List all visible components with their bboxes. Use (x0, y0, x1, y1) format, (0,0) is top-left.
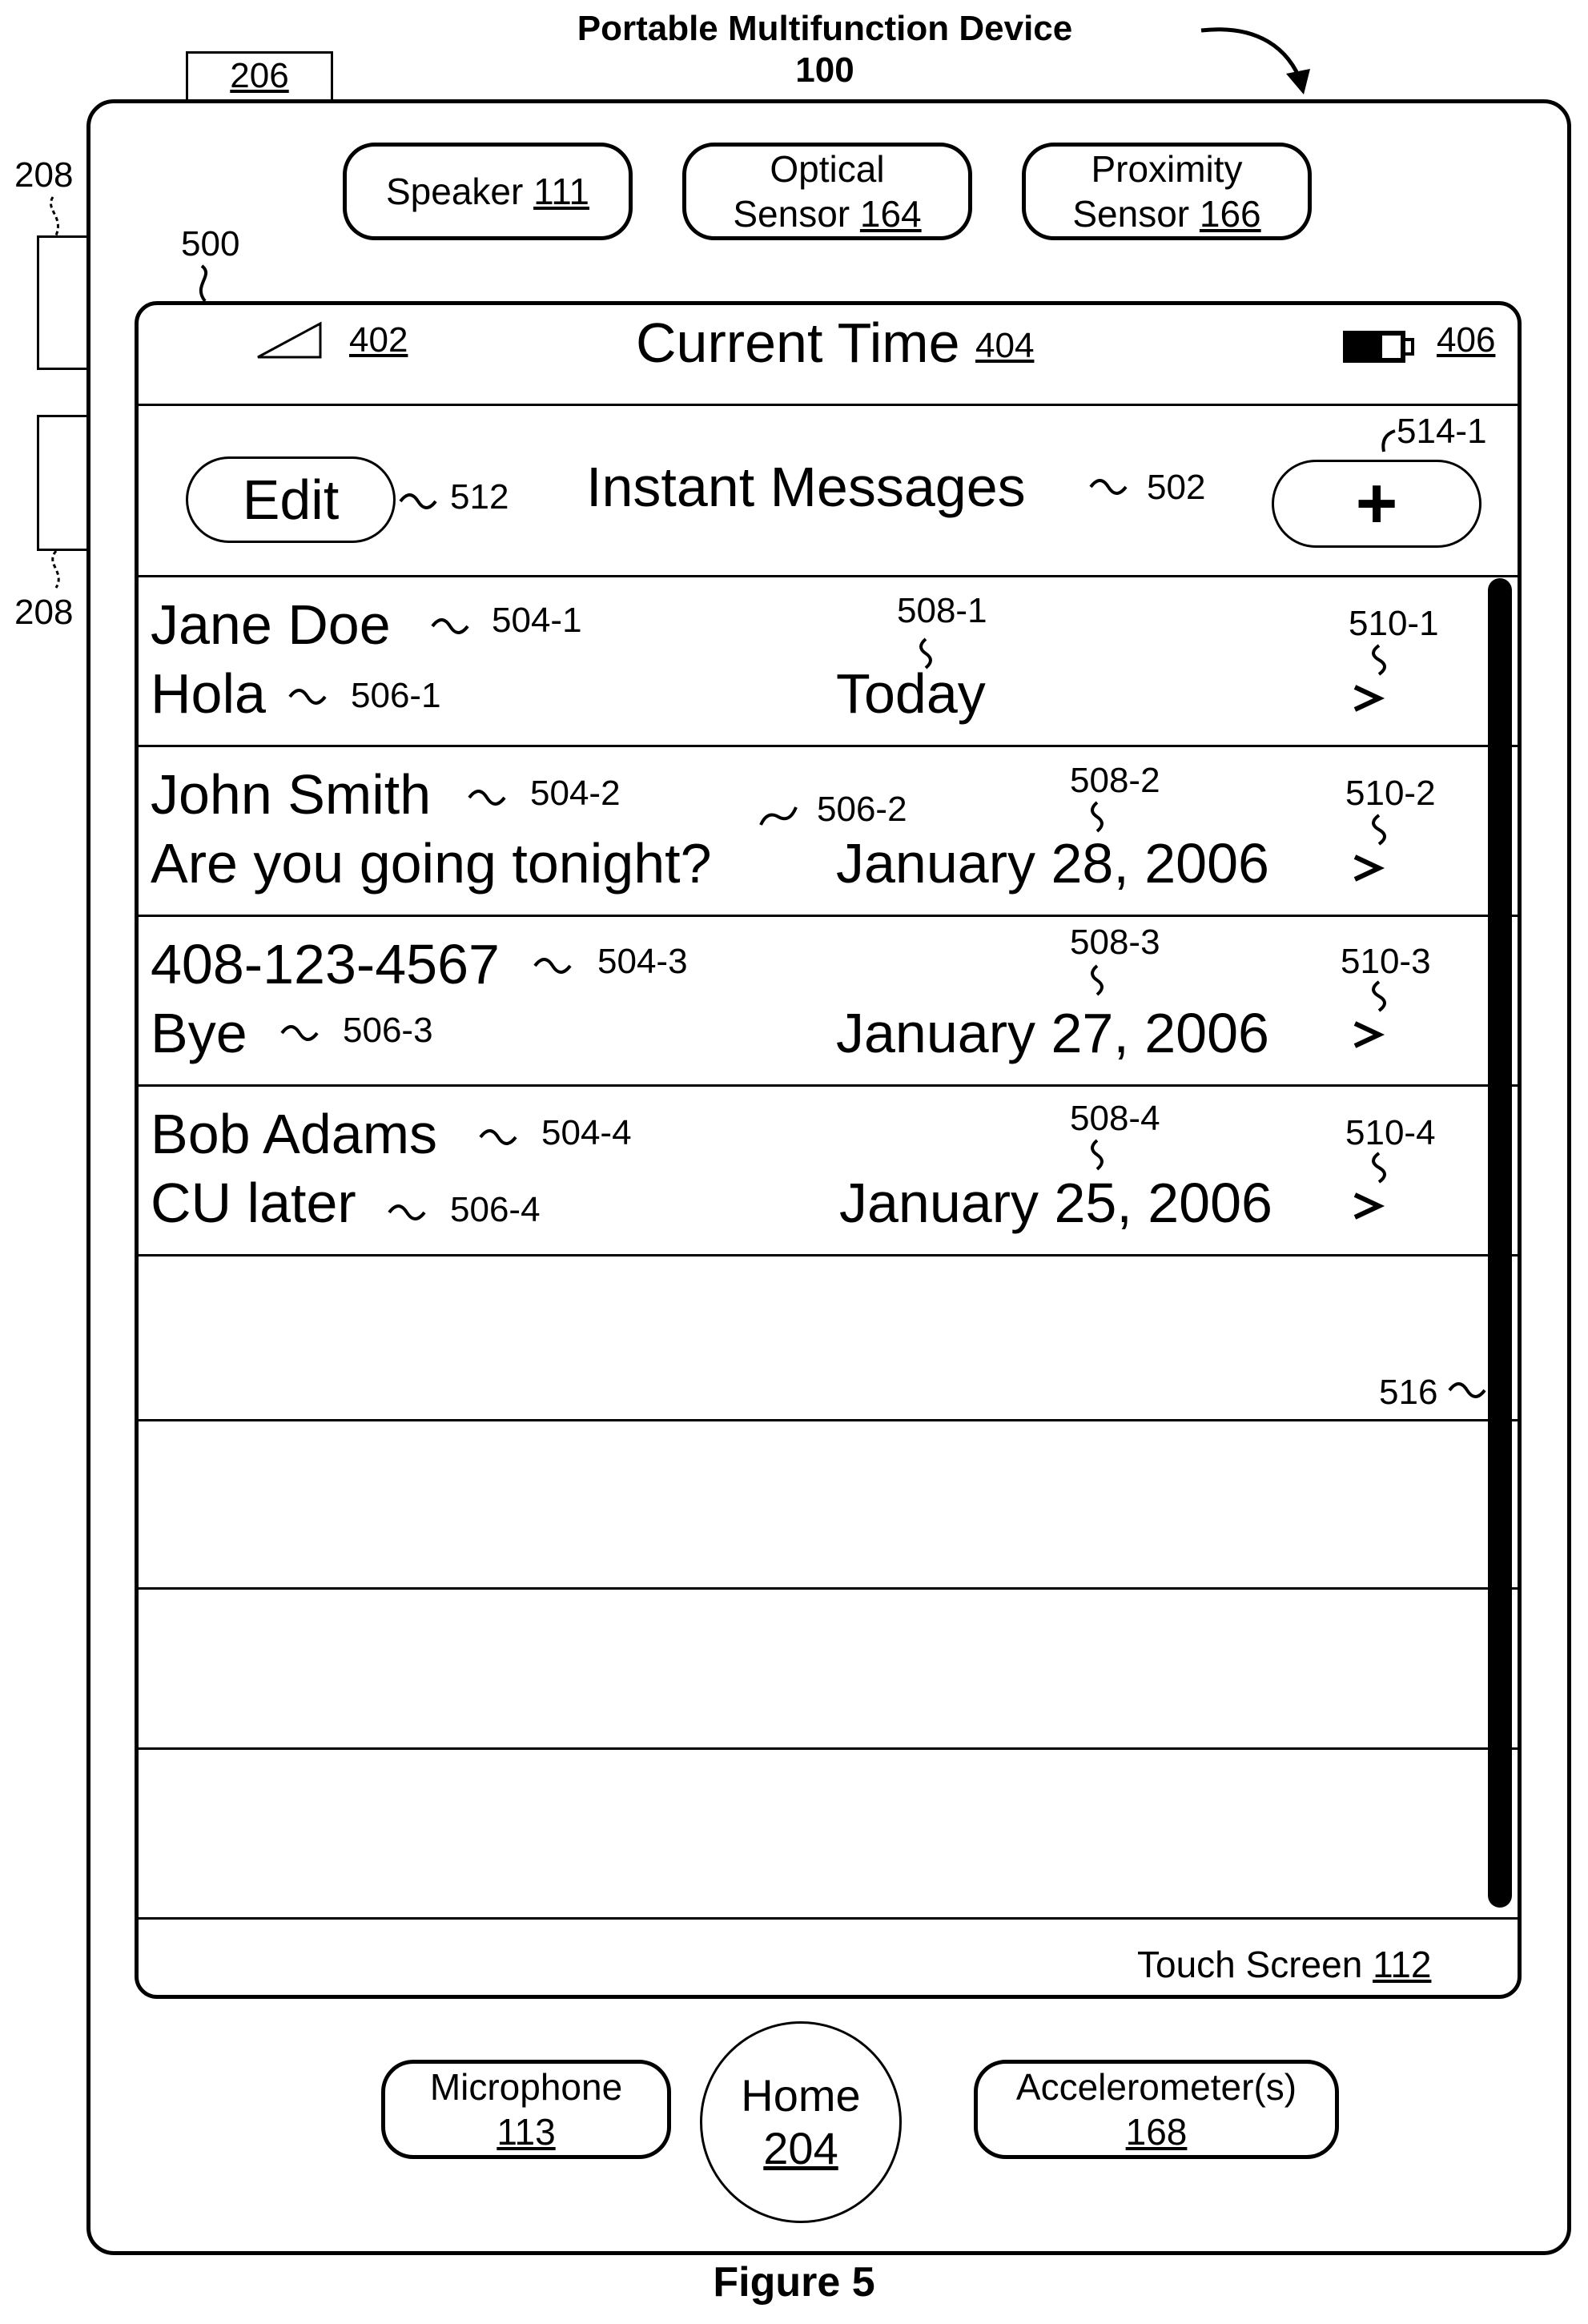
optical-line2: Sensor (733, 193, 850, 235)
proximity-line1: Proximity (1091, 147, 1242, 191)
message-preview-ref-4: 506-4 (450, 1190, 541, 1230)
row-divider-6 (138, 1587, 1522, 1590)
optical-sensor-box: Optical Sensor 164 (682, 143, 972, 240)
proximity-num: 166 (1200, 193, 1261, 235)
add-message-button[interactable]: + (1272, 460, 1481, 548)
message-preview-ref-1: 506-1 (351, 676, 441, 716)
message-date-ref-2: 508-2 (1070, 761, 1160, 801)
add-ref: 514-1 (1397, 412, 1487, 452)
signal-ref: 402 (349, 320, 408, 360)
message-preview-1: Hola (151, 661, 266, 726)
contact-name-ref-3: 504-3 (597, 942, 688, 982)
arrow-head-icon (1286, 69, 1310, 94)
message-date-2: January 28, 2006 (836, 831, 1269, 895)
optical-num: 164 (860, 193, 922, 235)
device-title: Portable Multifunction Device 100 (464, 8, 1185, 91)
row-divider-4 (138, 1254, 1522, 1256)
chevron-ref-2: 510-2 (1345, 774, 1436, 814)
device-arrow-icon (1201, 30, 1302, 85)
message-preview-2: Are you going tonight? (151, 831, 712, 895)
current-time-ref: 404 (975, 326, 1034, 365)
proximity-line2: Sensor (1072, 193, 1189, 235)
side-button-upper[interactable] (37, 235, 88, 370)
contact-name-2: John Smith (151, 762, 431, 826)
edit-button[interactable]: Edit (186, 456, 396, 543)
microphone-num: 113 (497, 2109, 555, 2154)
touch-screen-text: Touch Screen (1137, 1944, 1362, 1985)
contact-name-3: 408-123-4567 (151, 932, 500, 996)
message-date-ref-1: 508-1 (897, 591, 987, 631)
message-preview-4: CU later (151, 1171, 356, 1235)
contact-name-ref-4: 504-4 (541, 1113, 632, 1153)
message-date-ref-3: 508-3 (1070, 923, 1160, 963)
row-divider-7 (138, 1747, 1522, 1750)
scroll-bar-ref: 516 (1379, 1373, 1437, 1413)
chevron-ref-3: 510-3 (1341, 942, 1431, 982)
contact-name-ref-2: 504-2 (530, 774, 621, 814)
current-time-label: Current Time (636, 312, 960, 374)
message-preview-ref-2: 506-2 (817, 790, 907, 830)
device-title-text: Portable Multifunction Device (464, 8, 1185, 50)
home-button[interactable]: Home 204 (700, 2021, 902, 2223)
microphone-label: Microphone (430, 2065, 622, 2109)
accelerometer-label: Accelerometer(s) (1016, 2065, 1297, 2109)
toolbar-title-ref: 502 (1147, 468, 1205, 508)
touch-screen-label: Touch Screen 112 (1137, 1943, 1431, 1986)
chevron-ref-1: 510-1 (1349, 604, 1439, 644)
edit-ref: 512 (450, 477, 509, 517)
side-button-lower[interactable] (37, 415, 88, 551)
toolbar-title: Instant Messages (586, 455, 1026, 519)
home-label: Home (741, 2069, 860, 2122)
speaker-num: 111 (533, 171, 589, 212)
message-date-3: January 27, 2006 (836, 1001, 1269, 1065)
chevron-ref-4: 510-4 (1345, 1113, 1436, 1153)
device-number: 100 (464, 50, 1185, 91)
edit-button-label: Edit (243, 468, 340, 532)
device-tab-206: 206 (186, 51, 333, 99)
message-date-ref-4: 508-4 (1070, 1099, 1160, 1139)
contact-name-ref-1: 504-1 (492, 601, 582, 641)
message-preview-ref-3: 506-3 (343, 1011, 433, 1051)
ref-208-bottom: 208 (14, 593, 73, 633)
accelerometer-num: 168 (1126, 2109, 1188, 2154)
row-divider-5 (138, 1419, 1522, 1421)
ref-500: 500 (181, 224, 239, 264)
ref-208-top: 208 (14, 155, 73, 195)
message-date-4: January 25, 2006 (839, 1171, 1272, 1235)
status-bar-divider (138, 404, 1522, 406)
scroll-bar[interactable] (1488, 578, 1512, 1908)
ref-206: 206 (230, 56, 288, 95)
figure-label: Figure 5 (0, 2258, 1588, 2306)
message-date-1: Today (836, 661, 986, 726)
speaker-label: Speaker (386, 171, 523, 212)
speaker-box: Speaker 111 (343, 143, 633, 240)
contact-name-4: Bob Adams (151, 1102, 437, 1166)
accelerometer-box: Accelerometer(s) 168 (974, 2060, 1339, 2159)
current-time: Current Time 404 (636, 311, 1034, 375)
optical-line1: Optical (770, 147, 884, 191)
row-divider-8 (138, 1917, 1522, 1920)
message-preview-3: Bye (151, 1001, 247, 1065)
touch-screen-num: 112 (1373, 1944, 1431, 1985)
add-icon: + (1356, 468, 1398, 540)
proximity-sensor-box: Proximity Sensor 166 (1022, 143, 1312, 240)
contact-name-1: Jane Doe (151, 593, 391, 657)
battery-ref: 406 (1437, 320, 1495, 360)
microphone-box: Microphone 113 (381, 2060, 671, 2159)
home-num: 204 (763, 2122, 838, 2175)
